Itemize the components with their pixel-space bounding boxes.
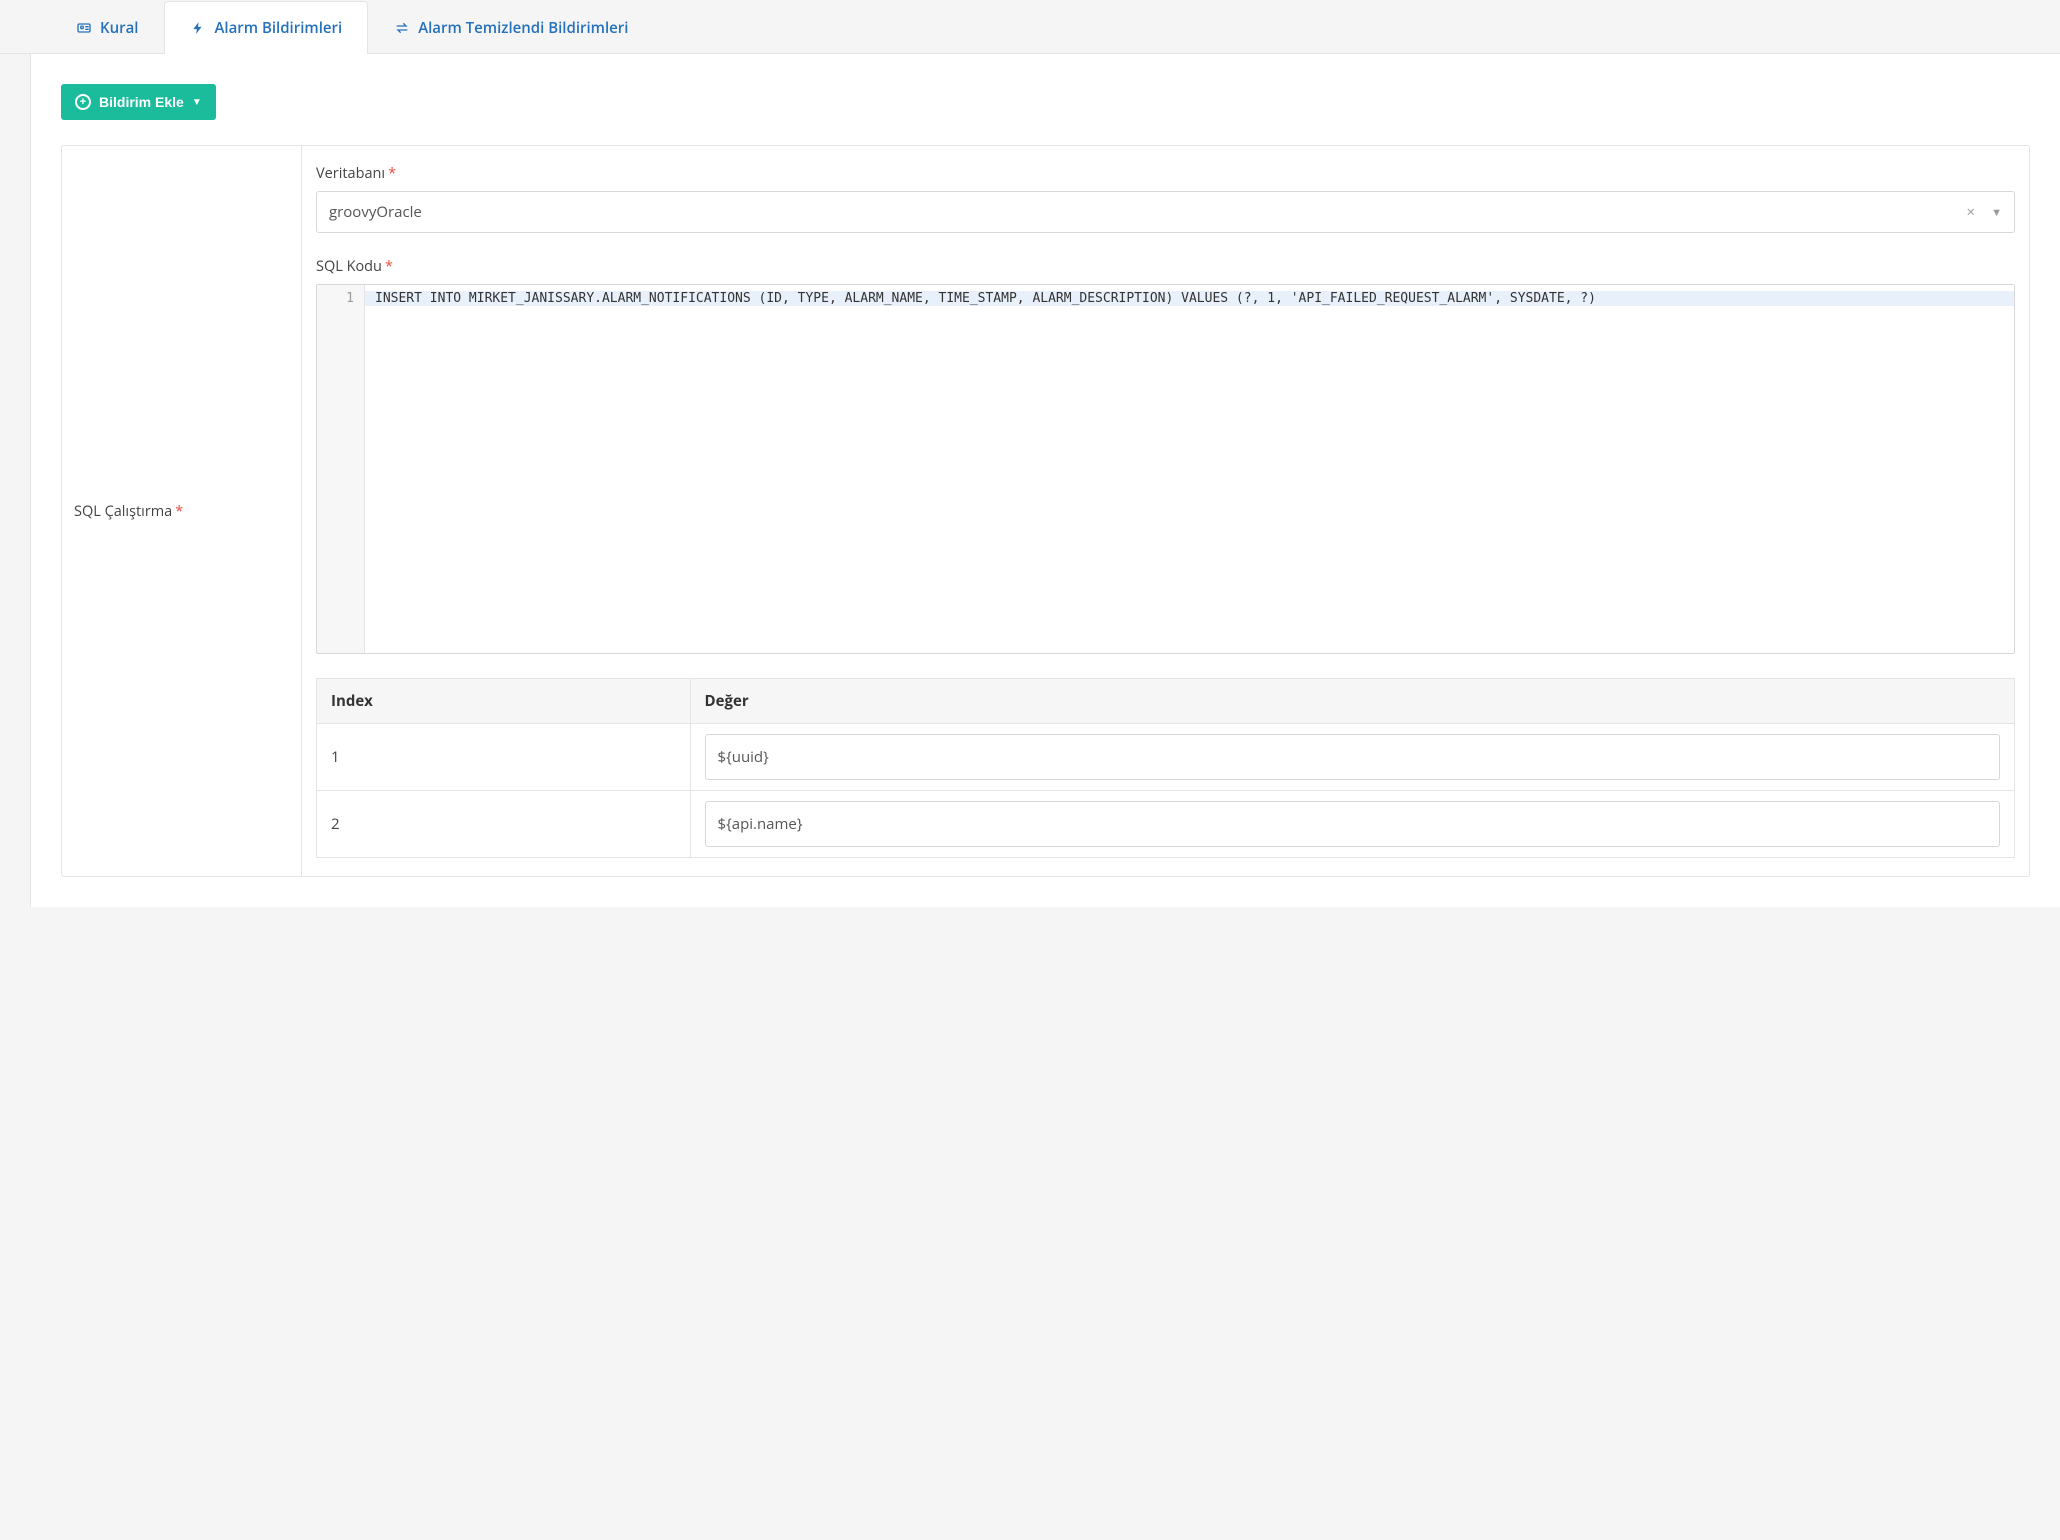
sql-code-label: SQL Kodu* <box>316 257 2015 276</box>
param-value-input[interactable] <box>705 734 2000 780</box>
tab-label: Alarm Bildirimleri <box>214 18 342 38</box>
required-marker: * <box>175 502 183 521</box>
param-value-input[interactable] <box>705 801 2000 847</box>
col-value-header: Değer <box>690 679 2014 724</box>
table-row: 2 <box>317 791 2015 858</box>
code-line: INSERT INTO MIRKET_JANISSARY.ALARM_NOTIF… <box>365 291 2014 306</box>
add-notification-button[interactable]: + Bildirim Ekle ▼ <box>61 84 216 120</box>
parameters-table: Index Değer 1 2 <box>316 678 2015 858</box>
tab-rule[interactable]: Kural <box>50 1 164 54</box>
required-marker: * <box>385 257 393 276</box>
swap-icon <box>394 20 410 36</box>
line-number: 1 <box>331 291 354 306</box>
sql-code-editor[interactable]: 1 INSERT INTO MIRKET_JANISSARY.ALARM_NOT… <box>316 284 2015 654</box>
add-button-label: Bildirim Ekle <box>99 94 184 110</box>
plus-icon: + <box>75 94 91 110</box>
tab-alarm-cleared-notifications[interactable]: Alarm Temizlendi Bildirimleri <box>368 1 654 54</box>
database-select[interactable]: groovyOracle × ▼ <box>316 191 2015 233</box>
tab-label: Alarm Temizlendi Bildirimleri <box>418 18 628 38</box>
tab-alarm-notifications[interactable]: Alarm Bildirimleri <box>164 1 368 54</box>
tabs-nav: Kural Alarm Bildirimleri Alarm Temizlend… <box>50 0 2030 53</box>
code-content[interactable]: INSERT INTO MIRKET_JANISSARY.ALARM_NOTIF… <box>365 285 2014 653</box>
database-select-value: groovyOracle <box>329 202 1959 222</box>
param-index: 2 <box>317 791 691 858</box>
database-label: Veritabanı* <box>316 164 2015 183</box>
col-index-header: Index <box>317 679 691 724</box>
id-card-icon <box>76 20 92 36</box>
clear-icon[interactable]: × <box>1959 202 1984 222</box>
code-gutter: 1 <box>317 285 365 653</box>
caret-down-icon: ▼ <box>192 97 202 108</box>
param-index: 1 <box>317 724 691 791</box>
tab-label: Kural <box>100 18 138 38</box>
notification-form: SQL Çalıştırma* Veritabanı* groovyOracle… <box>61 145 2030 877</box>
chevron-down-icon[interactable]: ▼ <box>1983 205 2002 220</box>
bolt-icon <box>190 20 206 36</box>
required-marker: * <box>388 164 396 183</box>
form-side-label: SQL Çalıştırma* <box>62 146 302 876</box>
table-row: 1 <box>317 724 2015 791</box>
